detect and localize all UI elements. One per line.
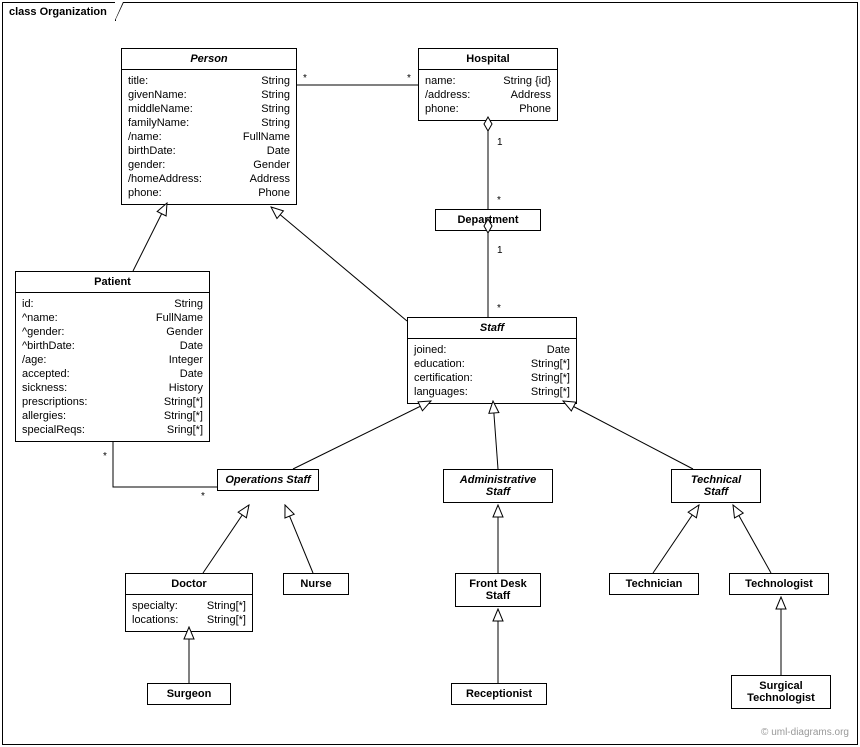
frame-title: class Organization (9, 6, 107, 18)
class-technical-staff-name: Technical Staff (672, 470, 760, 502)
class-hospital-attrs: name:String {id} /address:Address phone:… (419, 70, 557, 120)
class-person-attrs: title:String givenName:String middleName… (122, 70, 296, 204)
class-technician: Technician (609, 573, 699, 595)
class-patient-name: Patient (16, 272, 209, 293)
class-person: Person title:String givenName:String mid… (121, 48, 297, 205)
mult-hospital-dept-bot: * (497, 195, 501, 206)
class-patient: Patient id:String ^name:FullName ^gender… (15, 271, 210, 442)
class-staff-name: Staff (408, 318, 576, 339)
class-surgical-technologist: Surgical Technologist (731, 675, 831, 709)
class-administrative-staff-name: Administrative Staff (444, 470, 552, 502)
class-department-name: Department (436, 210, 540, 230)
class-nurse-name: Nurse (284, 574, 348, 594)
class-person-name: Person (122, 49, 296, 70)
class-hospital: Hospital name:String {id} /address:Addre… (418, 48, 558, 121)
mult-patient-ops-left: * (103, 451, 107, 462)
class-receptionist: Receptionist (451, 683, 547, 705)
class-doctor: Doctor specialty:String[*] locations:Str… (125, 573, 253, 632)
class-surgeon: Surgeon (147, 683, 231, 705)
mult-hospital-dept-top: 1 (497, 137, 503, 148)
class-department: Department (435, 209, 541, 231)
class-operations-staff-name: Operations Staff (218, 470, 318, 490)
class-receptionist-name: Receptionist (452, 684, 546, 704)
class-staff: Staff joined:Date education:String[*] ce… (407, 317, 577, 404)
mult-patient-ops-right: * (201, 491, 205, 502)
class-front-desk-staff: Front Desk Staff (455, 573, 541, 607)
class-surgeon-name: Surgeon (148, 684, 230, 704)
class-patient-attrs: id:String ^name:FullName ^gender:Gender … (16, 293, 209, 441)
class-hospital-name: Hospital (419, 49, 557, 70)
diagram-frame: class Organization Person title:String g… (2, 2, 858, 745)
mult-person-hospital-right: * (407, 73, 411, 84)
class-operations-staff: Operations Staff (217, 469, 319, 491)
frame-label: class Organization (2, 2, 116, 21)
mult-dept-staff-bot: * (497, 303, 501, 314)
class-technologist-name: Technologist (730, 574, 828, 594)
class-surgical-technologist-name: Surgical Technologist (732, 676, 830, 708)
class-front-desk-staff-name: Front Desk Staff (456, 574, 540, 606)
class-technician-name: Technician (610, 574, 698, 594)
class-doctor-name: Doctor (126, 574, 252, 595)
class-administrative-staff: Administrative Staff (443, 469, 553, 503)
mult-person-hospital-left: * (303, 73, 307, 84)
class-technical-staff: Technical Staff (671, 469, 761, 503)
class-staff-attrs: joined:Date education:String[*] certific… (408, 339, 576, 403)
class-doctor-attrs: specialty:String[*] locations:String[*] (126, 595, 252, 631)
mult-dept-staff-top: 1 (497, 245, 503, 256)
watermark: © uml-diagrams.org (761, 727, 849, 738)
class-nurse: Nurse (283, 573, 349, 595)
class-technologist: Technologist (729, 573, 829, 595)
